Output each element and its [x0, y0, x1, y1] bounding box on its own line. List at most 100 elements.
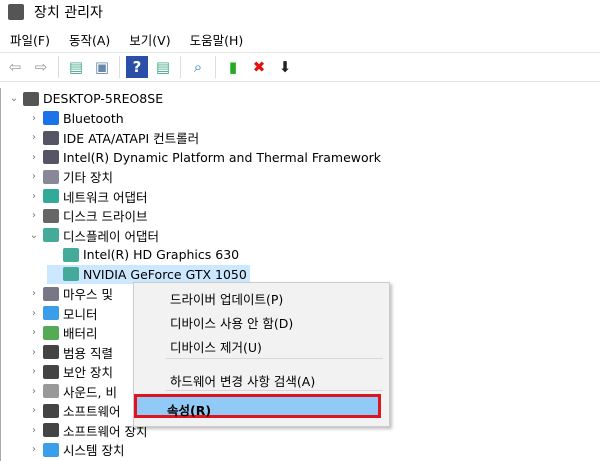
computer-icon — [23, 91, 39, 106]
disk-icon — [43, 208, 59, 223]
device-manager-icon — [8, 4, 24, 20]
expand-chevron-icon[interactable]: › — [27, 288, 41, 299]
tree-item[interactable]: NVIDIA GeForce GTX 1050 — [47, 264, 250, 284]
tree-item[interactable]: Intel(R) HD Graphics 630 — [47, 245, 239, 264]
tree-item-label: 시스템 장치 — [63, 443, 125, 458]
sound-icon — [43, 384, 59, 398]
uninstall-icon[interactable]: ✖ — [248, 56, 270, 78]
tree-item-label: DESKTOP-5REO8SE — [43, 91, 164, 106]
device-icon — [43, 150, 59, 164]
tree-root[interactable]: ⌄ DESKTOP-5REO8SE — [7, 89, 163, 108]
expand-chevron-icon[interactable]: › — [27, 191, 41, 202]
tree-item-label: 보안 장치 — [63, 365, 113, 380]
tree-item-label: Intel(R) HD Graphics 630 — [83, 247, 240, 262]
tree-item[interactable]: › IDE ATA/ATAPI 컨트롤러 — [27, 128, 199, 147]
tree-item[interactable]: › 모니터 — [27, 304, 98, 323]
software-device-icon — [43, 423, 59, 437]
tree-item-label: 디스크 드라이브 — [63, 209, 148, 224]
bluetooth-icon — [43, 111, 59, 125]
expand-chevron-icon[interactable]: › — [27, 113, 41, 124]
toolbar-separator — [58, 56, 59, 78]
forward-icon[interactable]: ⇨ — [30, 56, 52, 78]
display-adapter-icon — [63, 267, 79, 281]
toolbar-separator — [215, 56, 216, 78]
menu-item-uninstall-device[interactable]: 디바이스 제거(U) — [170, 337, 262, 356]
menu-separator — [166, 390, 383, 391]
menu-file[interactable]: 파일(F) — [0, 30, 59, 50]
tree-item-label: 사운드, 비 — [63, 384, 117, 400]
battery-icon — [43, 325, 59, 340]
update-driver-icon[interactable]: ▮ — [222, 56, 244, 78]
expand-chevron-icon[interactable]: › — [27, 327, 41, 338]
menu-separator — [166, 358, 383, 359]
collapse-chevron-icon[interactable]: ⌄ — [27, 230, 41, 241]
menu-item-properties[interactable]: 속성(R) — [134, 394, 381, 418]
expand-chevron-icon[interactable]: › — [27, 308, 41, 319]
context-menu: 드라이버 업데이트(P) 디바이스 사용 안 함(D) 디바이스 제거(U) 하… — [133, 282, 390, 427]
menu-item-disable-device[interactable]: 디바이스 사용 안 함(D) — [170, 313, 293, 332]
disable-icon[interactable]: ⬇ — [274, 56, 296, 78]
scan-hardware-icon[interactable]: ⌕ — [187, 56, 209, 78]
tree-item[interactable]: › 시스템 장치 — [27, 440, 124, 459]
expand-chevron-icon[interactable]: › — [27, 347, 41, 358]
menu-action[interactable]: 동작(A) — [59, 30, 119, 50]
tree-item[interactable]: › 보안 장치 — [27, 362, 113, 381]
properties-icon[interactable]: ▣ — [91, 56, 113, 78]
expand-chevron-icon[interactable]: › — [27, 171, 41, 182]
usb-icon — [43, 345, 59, 359]
toolbar: ⇦ ⇨ ▤ ▣? ▤ ⌕ ▮ ✖ ⬇ — [0, 52, 600, 82]
help-icon[interactable]: ? — [126, 56, 148, 78]
toolbar-separator — [180, 56, 181, 78]
tree-item[interactable]: ⌄ 디스플레이 어댑터 — [27, 226, 159, 245]
tree-item-label: 네트워크 어댑터 — [63, 189, 148, 205]
properties-label: 속성(R) — [167, 403, 212, 418]
expand-chevron-icon[interactable]: › — [27, 386, 41, 397]
menu-view[interactable]: 보기(V) — [119, 30, 179, 50]
security-device-icon — [43, 364, 59, 379]
show-hide-tree-icon[interactable]: ▤ — [65, 56, 87, 78]
tree-item[interactable]: › 디스크 드라이브 — [27, 206, 147, 225]
menu-item-update-driver[interactable]: 드라이버 업데이트(P) — [170, 289, 283, 308]
expand-chevron-icon[interactable]: › — [27, 444, 41, 455]
tree-item[interactable]: › 소프트웨어 장치 — [27, 421, 147, 440]
tree-item[interactable]: › 범용 직렬 — [27, 343, 113, 362]
window-title: 장치 관리자 — [34, 5, 103, 21]
tree-item-label: 범용 직렬 — [63, 345, 113, 361]
tree-item-label: 기타 장치 — [63, 170, 113, 185]
title-bar: 장치 관리자 — [8, 0, 103, 24]
tree-item[interactable]: › Intel(R) Dynamic Platform and Thermal F… — [27, 148, 381, 167]
unknown-device-icon — [43, 169, 59, 184]
tree-item-label: NVIDIA GeForce GTX 1050 — [83, 266, 247, 282]
tree-item[interactable]: › 마우스 및 — [27, 284, 113, 303]
software-component-icon — [43, 403, 59, 418]
toolbar-separator — [119, 56, 120, 78]
tree-item-label: 마우스 및 — [63, 287, 113, 302]
tree-item[interactable]: › Bluetooth — [27, 109, 124, 128]
tree-item[interactable]: › 배터리 — [27, 323, 98, 342]
tree-item[interactable]: › 네트워크 어댑터 — [27, 187, 147, 206]
expand-chevron-icon[interactable]: › — [27, 152, 41, 163]
tree-item-label: Intel(R) Dynamic Platform and Thermal Fr… — [63, 149, 382, 165]
display-adapter-icon — [43, 228, 59, 242]
ide-icon — [43, 130, 59, 145]
menu-item-scan-hardware[interactable]: 하드웨어 변경 사항 검색(A) — [170, 371, 315, 390]
tree-item[interactable]: › 소프트웨어 — [27, 401, 121, 420]
system-device-icon — [43, 442, 59, 457]
menu-help[interactable]: 도움말(H) — [180, 30, 253, 50]
tree-item[interactable]: › 기타 장치 — [27, 167, 113, 186]
expand-chevron-icon[interactable]: › — [27, 366, 41, 377]
tree-item-label: Bluetooth — [63, 110, 124, 126]
action-pane-icon[interactable]: ▤ — [152, 56, 174, 78]
expand-chevron-icon[interactable]: › — [27, 405, 41, 416]
network-icon — [43, 189, 59, 203]
collapse-chevron-icon[interactable]: ⌄ — [7, 93, 21, 104]
expand-chevron-icon[interactable]: › — [27, 210, 41, 221]
tree-item-label: 배터리 — [63, 326, 98, 341]
mouse-icon — [43, 286, 59, 301]
tree-item-label: 모니터 — [63, 306, 98, 322]
expand-chevron-icon[interactable]: › — [27, 425, 41, 436]
tree-item[interactable]: › 사운드, 비 — [27, 382, 117, 401]
back-icon[interactable]: ⇦ — [4, 56, 26, 78]
expand-chevron-icon[interactable]: › — [27, 132, 41, 143]
tree-item-label: 소프트웨어 — [63, 404, 121, 419]
